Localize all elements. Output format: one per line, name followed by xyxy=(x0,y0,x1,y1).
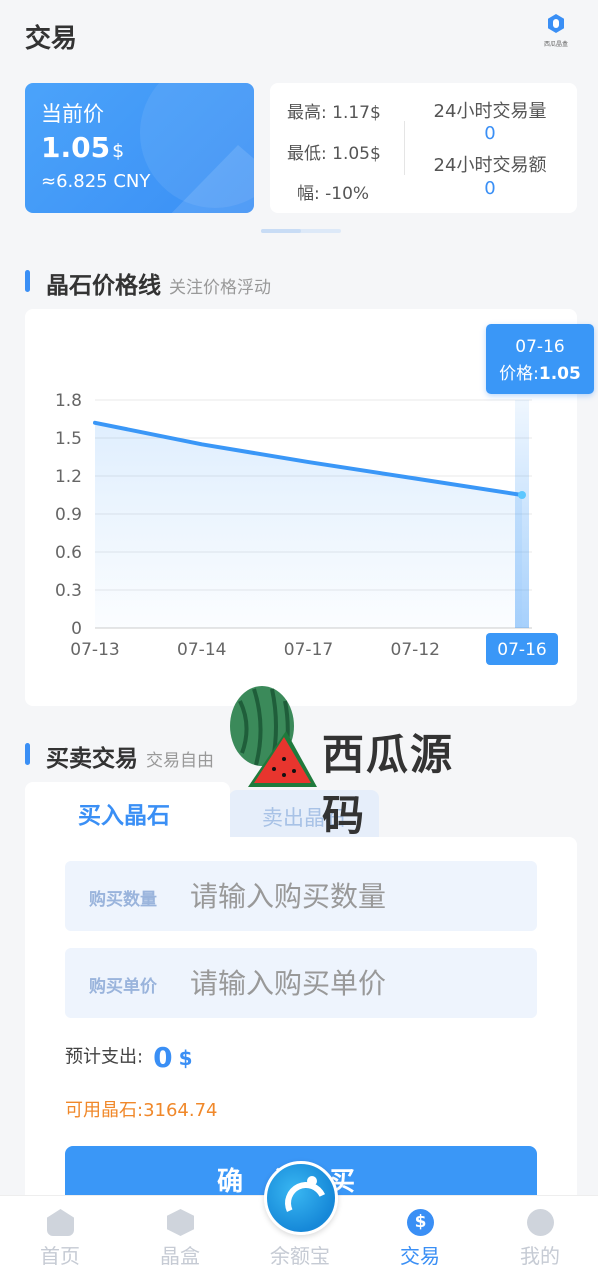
current-price-card: 当前价 1.05 $ ≈6.825 CNY xyxy=(25,83,254,213)
carousel-indicator xyxy=(261,229,341,233)
tooltip-price: 价格:1.05 xyxy=(486,359,594,384)
dollar-icon: $ xyxy=(407,1209,434,1236)
tab-home[interactable]: 首页 xyxy=(0,1196,120,1273)
price-number: 1.05 xyxy=(41,131,111,164)
indicator-active xyxy=(261,229,301,233)
x-tick-label: 07-14 xyxy=(177,640,226,660)
page-title: 交易 xyxy=(25,24,78,54)
watermelon-icon xyxy=(230,686,317,787)
home-icon xyxy=(47,1209,74,1236)
y-tick-label: 0.6 xyxy=(55,543,82,563)
header: 交易 西瓜晶盒 xyxy=(0,0,598,70)
tab-box-label: 晶盒 xyxy=(160,1244,200,1268)
available-balance: 可用晶石:3164.74 xyxy=(65,1100,218,1121)
trade-section-title: 买卖交易 交易自由 xyxy=(46,739,214,773)
unit-price-input[interactable] xyxy=(190,962,520,1004)
tooltip-price-label: 价格: xyxy=(499,364,539,384)
price-section-title-text: 晶石价格线 xyxy=(46,273,161,299)
tab-mine-label: 我的 xyxy=(520,1244,560,1268)
tab-mine[interactable]: 我的 xyxy=(480,1196,598,1273)
tab-box[interactable]: 晶盒 xyxy=(120,1196,240,1273)
quantity-label: 购买数量 xyxy=(89,890,157,910)
tab-home-label: 首页 xyxy=(40,1244,80,1268)
volume-label: 24小时交易量 xyxy=(433,101,547,122)
y-tick-label: 0.9 xyxy=(55,505,82,525)
chart-tooltip: 07-16 价格:1.05 xyxy=(486,324,594,394)
highlight-point xyxy=(518,491,526,499)
trade-section-subtitle: 交易自由 xyxy=(146,751,214,771)
x-tick-label: 07-13 xyxy=(70,640,119,660)
tab-trade[interactable]: $ 交易 xyxy=(360,1196,480,1273)
balance-icon[interactable] xyxy=(264,1161,338,1235)
watermark: 西瓜源码 xyxy=(222,681,482,840)
x-tick-label: 07-16 xyxy=(497,640,546,660)
app-logo[interactable]: 西瓜晶盒 xyxy=(540,14,572,50)
y-tick-label: 1.8 xyxy=(55,391,82,411)
x-tick-label: 07-12 xyxy=(391,640,440,660)
stats-card: 最高: 1.17$ 最低: 1.05$ 幅: -10% 24小时交易量 0 24… xyxy=(270,83,577,213)
section-accent xyxy=(25,743,30,765)
section-accent xyxy=(25,270,30,292)
watermark-text: 西瓜源码 xyxy=(322,730,455,840)
tooltip-date: 07-16 xyxy=(515,337,565,357)
change-percent: 幅: -10% xyxy=(297,184,370,204)
tab-buy-label: 买入晶石 xyxy=(78,803,170,829)
high-price: 最高: 1.17$ xyxy=(287,103,381,123)
volume-value: 0 xyxy=(484,123,496,144)
current-price-label: 当前价 xyxy=(41,102,104,126)
quantity-field[interactable]: 购买数量 xyxy=(65,861,537,931)
current-price-value: 1.05 $ xyxy=(41,131,124,164)
x-tick-label: 07-17 xyxy=(284,640,333,660)
estimated-cost: 预计支出: 0 $ xyxy=(65,1041,192,1074)
estimated-cost-currency: $ xyxy=(178,1045,193,1070)
unit-price-field[interactable]: 购买单价 xyxy=(65,948,537,1018)
price-section-subtitle: 关注价格浮动 xyxy=(169,278,271,298)
logo-icon xyxy=(548,14,564,33)
estimated-cost-value: 0 xyxy=(153,1041,173,1074)
y-tick-label: 0.3 xyxy=(55,581,82,601)
user-icon xyxy=(527,1209,554,1236)
quantity-input[interactable] xyxy=(190,875,520,917)
stats-divider xyxy=(404,121,405,175)
price-currency: $ xyxy=(112,140,125,162)
tooltip-price-value: 1.05 xyxy=(538,364,581,384)
area-fill xyxy=(95,422,522,628)
price-section-title: 晶石价格线 关注价格浮动 xyxy=(46,266,271,300)
low-price: 最低: 1.05$ xyxy=(287,144,381,164)
logo-caption: 西瓜晶盒 xyxy=(543,41,568,48)
y-tick-label: 1.5 xyxy=(55,429,82,449)
box-icon xyxy=(167,1209,194,1236)
tab-trade-label: 交易 xyxy=(400,1244,440,1268)
tab-balance-label: 余额宝 xyxy=(270,1244,330,1268)
trade-section-title-text: 买卖交易 xyxy=(46,746,138,772)
price-cny: ≈6.825 CNY xyxy=(41,171,151,192)
unit-price-label: 购买单价 xyxy=(89,977,157,997)
tab-buy[interactable]: 买入晶石 xyxy=(25,782,230,837)
y-tick-label: 0 xyxy=(71,619,82,639)
estimated-cost-label: 预计支出: xyxy=(65,1046,144,1068)
amount-label: 24小时交易额 xyxy=(433,155,547,176)
y-tick-label: 1.2 xyxy=(55,467,82,487)
amount-value: 0 xyxy=(484,178,496,199)
